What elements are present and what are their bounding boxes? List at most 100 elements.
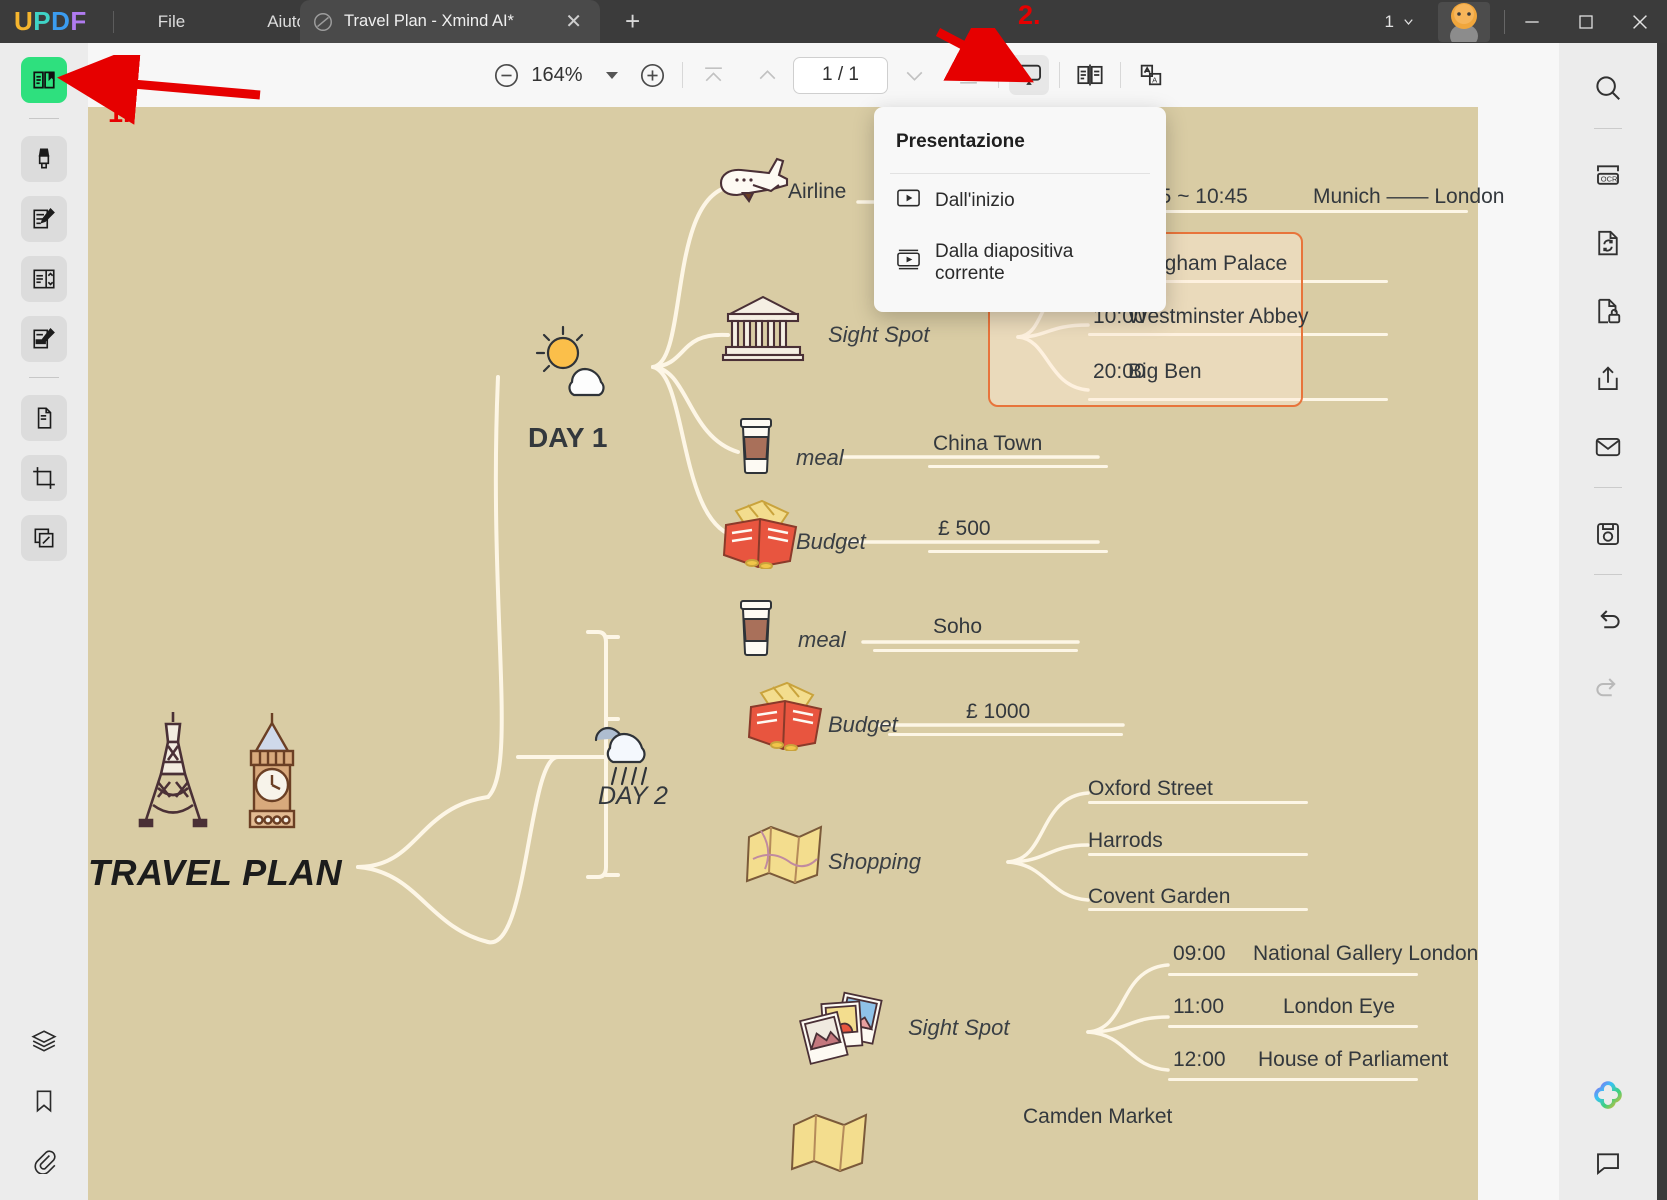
document-canvas[interactable]: TRAVEL PLAN DAY 1 Airline 45 ~ 10:45 Mun… bbox=[88, 107, 1569, 1200]
day2-sight-leaf-1[interactable]: National Gallery London bbox=[1253, 942, 1478, 966]
next-page-button[interactable] bbox=[894, 55, 934, 95]
annotate-icon bbox=[33, 328, 55, 349]
titlebar-divider bbox=[112, 10, 114, 33]
day2-shopping2-value[interactable]: Camden Market bbox=[1023, 1105, 1172, 1129]
convert-pdf-button[interactable] bbox=[1585, 220, 1631, 266]
sidebar-item-edit-text[interactable] bbox=[21, 196, 67, 242]
redo-button[interactable] bbox=[1585, 666, 1631, 712]
zoom-dropdown-icon[interactable] bbox=[606, 71, 618, 79]
day2-meal-label[interactable]: meal bbox=[798, 627, 846, 653]
sidebar-item-highlighter[interactable] bbox=[21, 136, 67, 182]
window-right-edge bbox=[1657, 43, 1667, 1200]
previous-page-button[interactable] bbox=[747, 55, 787, 95]
day2-sight-leaf-2[interactable]: London Eye bbox=[1283, 995, 1395, 1019]
sidebar-item-reader-view[interactable] bbox=[21, 57, 67, 103]
menu-item-from-start[interactable]: Dall'inizio bbox=[874, 174, 1166, 228]
day1-sight-leaf-3[interactable]: Big Ben bbox=[1128, 360, 1202, 384]
wallet-icon bbox=[743, 679, 828, 756]
sidebar-item-batch[interactable] bbox=[21, 515, 67, 561]
central-topic-title[interactable]: TRAVEL PLAN bbox=[88, 852, 342, 894]
translate-button[interactable]: A bbox=[1131, 55, 1171, 95]
day2-sight-spot-label[interactable]: Sight Spot bbox=[908, 1015, 1010, 1041]
comments-button[interactable] bbox=[1585, 1140, 1631, 1186]
last-page-button[interactable] bbox=[948, 55, 988, 95]
menu-file[interactable]: File bbox=[140, 6, 203, 38]
presentation-button[interactable] bbox=[1009, 55, 1049, 95]
zoom-out-button[interactable] bbox=[486, 55, 526, 95]
day1-budget-label[interactable]: Budget bbox=[796, 529, 866, 555]
maximize-button[interactable] bbox=[1559, 0, 1613, 43]
day1-budget-value[interactable]: £ 500 bbox=[938, 517, 991, 541]
avatar[interactable] bbox=[1438, 1, 1490, 42]
day2-budget-label[interactable]: Budget bbox=[828, 712, 898, 738]
presentation-dropdown-menu[interactable]: Presentazione Dall'inizio Dalla diaposit… bbox=[874, 107, 1166, 312]
zoom-level-value[interactable]: 164% bbox=[526, 64, 588, 87]
close-tab-icon[interactable]: ✕ bbox=[559, 12, 588, 32]
minimize-button[interactable] bbox=[1505, 0, 1559, 43]
sun-cloud-icon bbox=[528, 322, 618, 402]
day1-meal-value[interactable]: China Town bbox=[933, 432, 1042, 456]
toolbar-divider-2 bbox=[998, 62, 999, 88]
lock-icon bbox=[1598, 298, 1621, 324]
day2-shopping-leaf-1[interactable]: Oxford Street bbox=[1088, 777, 1213, 801]
day2-sight-leaf-3-time[interactable]: 12:00 bbox=[1173, 1048, 1226, 1072]
convert-pdf-icon bbox=[1598, 230, 1618, 256]
save-as-image-button[interactable] bbox=[1585, 511, 1631, 557]
page-layout-button[interactable] bbox=[1070, 55, 1110, 95]
sidebar-item-annotate[interactable] bbox=[21, 316, 67, 362]
sidebar-item-layers[interactable] bbox=[21, 1018, 67, 1064]
window-count[interactable]: 1 bbox=[1385, 12, 1416, 32]
sidebar-item-form-fields[interactable] bbox=[21, 256, 67, 302]
page-indicator[interactable]: 1 / 1 bbox=[793, 56, 888, 94]
toolbar-divider-3 bbox=[1059, 62, 1060, 88]
airline-route[interactable]: Munich —— London bbox=[1313, 185, 1504, 209]
day2-topic-label[interactable]: DAY 2 bbox=[598, 782, 668, 811]
ocr-button[interactable]: OCR bbox=[1585, 152, 1631, 198]
first-page-button[interactable] bbox=[693, 55, 733, 95]
document-tab[interactable]: Travel Plan - Xmind AI* ✕ bbox=[300, 0, 600, 43]
day2-meal-value[interactable]: Soho bbox=[933, 615, 982, 639]
day1-sight-leaf-1[interactable]: ngham Palace bbox=[1153, 252, 1287, 276]
leaf-underline bbox=[1088, 853, 1308, 856]
undo-icon bbox=[1600, 610, 1620, 629]
day2-shopping-label[interactable]: Shopping bbox=[828, 849, 921, 875]
eiffel-tower-icon bbox=[128, 702, 218, 837]
close-icon bbox=[1633, 14, 1647, 29]
minimize-icon bbox=[1525, 20, 1539, 23]
mindmap-diagram: TRAVEL PLAN DAY 1 Airline 45 ~ 10:45 Mun… bbox=[88, 107, 1504, 1200]
leaf-underline bbox=[1168, 973, 1418, 976]
day2-sight-leaf-2-time[interactable]: 11:00 bbox=[1173, 995, 1224, 1019]
zoom-in-button[interactable] bbox=[632, 55, 672, 95]
email-button[interactable] bbox=[1585, 424, 1631, 470]
leaf-underline bbox=[1168, 1078, 1418, 1081]
day2-budget-value[interactable]: £ 1000 bbox=[966, 700, 1030, 724]
sidebar-item-bookmarks[interactable] bbox=[21, 1078, 67, 1124]
right-rail-divider-2 bbox=[1594, 487, 1622, 488]
sidebar-item-organize-pages[interactable] bbox=[21, 395, 67, 441]
close-button[interactable] bbox=[1613, 0, 1667, 43]
sidebar-item-attachments[interactable] bbox=[21, 1138, 67, 1184]
play-from-start-icon bbox=[896, 187, 921, 215]
share-button[interactable] bbox=[1585, 356, 1631, 402]
dual-page-layout-icon bbox=[1077, 64, 1103, 86]
previous-page-icon bbox=[759, 69, 775, 79]
left-rail-bottom bbox=[21, 1004, 67, 1200]
sidebar-item-crop[interactable] bbox=[21, 455, 67, 501]
protect-document-button[interactable] bbox=[1585, 288, 1631, 334]
menu-item-label: Dall'inizio bbox=[935, 190, 1015, 211]
menu-item-from-current-slide[interactable]: Dalla diapositiva corrente bbox=[874, 228, 1166, 298]
undo-button[interactable] bbox=[1585, 598, 1631, 644]
day2-sight-leaf-3[interactable]: House of Parliament bbox=[1258, 1048, 1448, 1072]
day1-topic-label[interactable]: DAY 1 bbox=[528, 422, 607, 454]
day1-meal-label[interactable]: meal bbox=[796, 445, 844, 471]
search-button[interactable] bbox=[1585, 65, 1631, 111]
new-tab-button[interactable]: + bbox=[625, 8, 640, 34]
highlighter-icon bbox=[38, 148, 50, 169]
day1-sight-spot-label[interactable]: Sight Spot bbox=[828, 322, 930, 348]
airline-branch-label[interactable]: Airline bbox=[788, 180, 846, 204]
day2-shopping-leaf-2[interactable]: Harrods bbox=[1088, 829, 1163, 853]
day2-shopping-leaf-3[interactable]: Covent Garden bbox=[1088, 885, 1230, 909]
map-icon bbox=[788, 1107, 873, 1182]
ai-assistant-button[interactable] bbox=[1585, 1072, 1631, 1118]
day2-sight-leaf-1-time[interactable]: 09:00 bbox=[1173, 942, 1226, 966]
